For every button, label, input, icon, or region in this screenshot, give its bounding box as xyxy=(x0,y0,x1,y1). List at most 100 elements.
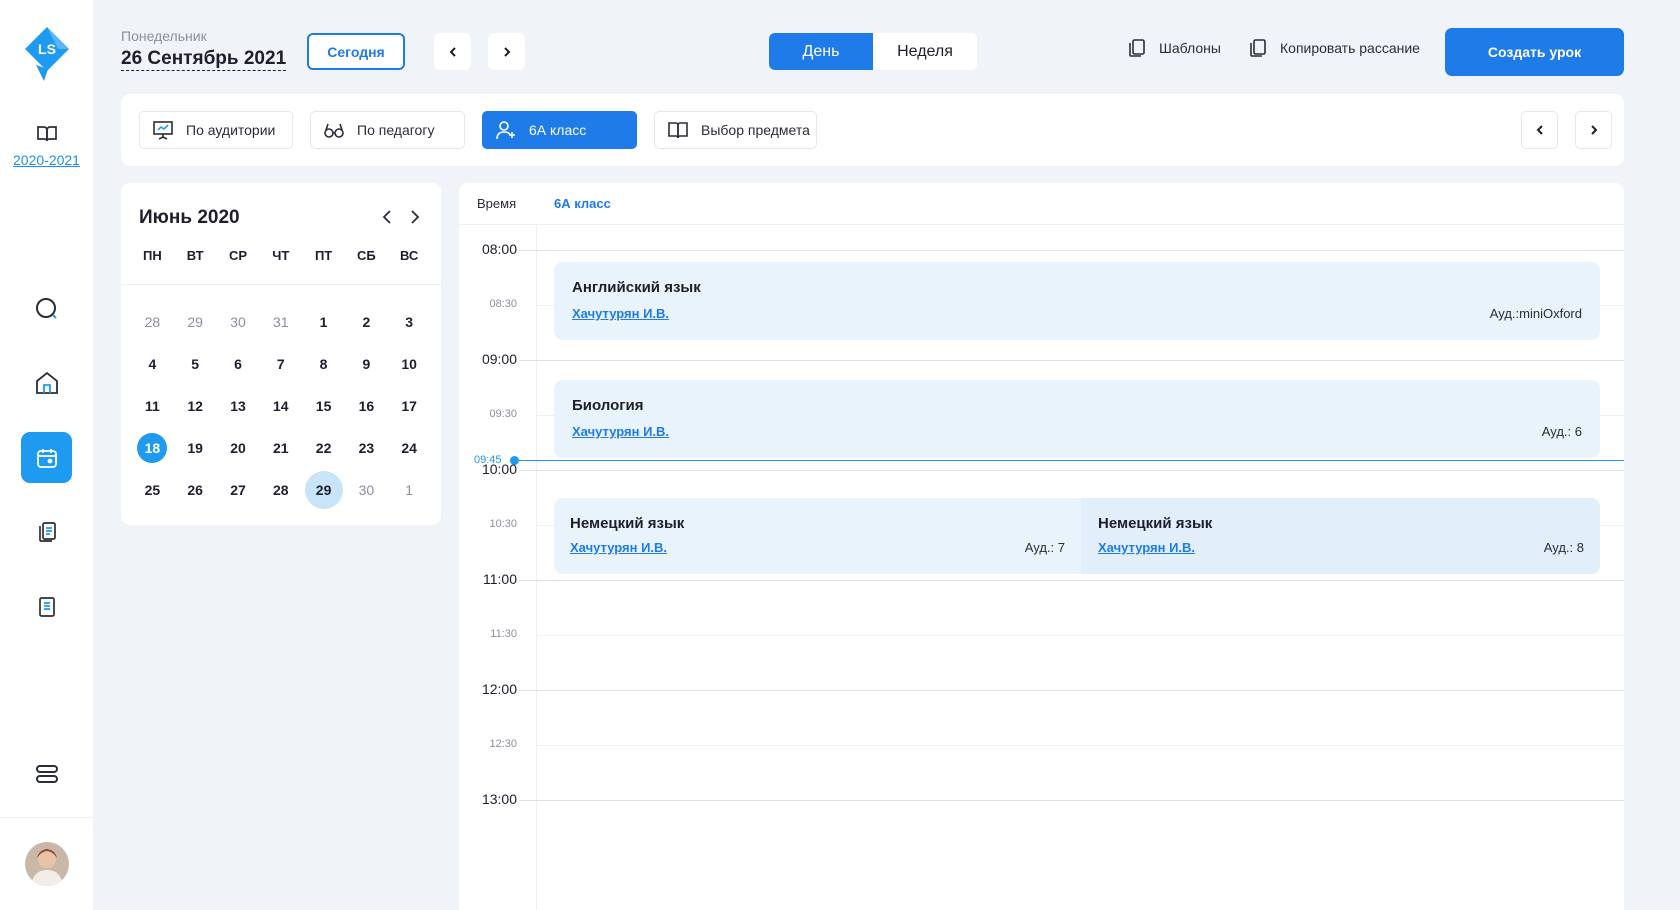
calendar-day[interactable]: 8 xyxy=(302,343,345,385)
calendar-day[interactable]: 24 xyxy=(388,427,431,469)
academic-year: 2020-2021 xyxy=(0,122,93,170)
prev-day-button[interactable] xyxy=(434,33,471,70)
calendar-day[interactable]: 9 xyxy=(345,343,388,385)
calendar-day[interactable]: 10 xyxy=(388,343,431,385)
nav-copy[interactable] xyxy=(21,506,72,557)
chevron-left-icon xyxy=(449,46,456,57)
nav-search[interactable] xyxy=(21,283,72,334)
weekday-label: ВТ xyxy=(186,248,204,263)
calendar-day[interactable]: 5 xyxy=(174,343,217,385)
nav-home[interactable] xyxy=(21,357,72,408)
calendar-day-number: 11 xyxy=(144,398,160,414)
calendar-next-month[interactable] xyxy=(405,207,425,227)
avatar[interactable] xyxy=(25,842,69,886)
lesson-card[interactable]: Немецкий язык Хачутурян И.В. Ауд.: 7 xyxy=(554,498,1081,574)
calendar-day[interactable]: 29 xyxy=(302,469,345,511)
calendar-day-number: 3 xyxy=(405,314,414,330)
lesson-teacher[interactable]: Хачутурян И.В. xyxy=(572,306,669,321)
calendar-prev-month[interactable] xyxy=(377,207,397,227)
today-button[interactable]: Сегодня xyxy=(307,33,405,70)
calendar-day[interactable]: 12 xyxy=(174,385,217,427)
weekday-label: СБ xyxy=(357,248,376,263)
templates-button[interactable]: Шаблоны xyxy=(1127,38,1221,58)
time-gridline xyxy=(536,745,1624,746)
calendar-day[interactable]: 30 xyxy=(345,469,388,511)
lesson-teacher[interactable]: Хачутурян И.В. xyxy=(572,424,669,439)
calendar-day[interactable]: 16 xyxy=(345,385,388,427)
calendar-day-number: 10 xyxy=(401,356,417,372)
calendar-day-number: 24 xyxy=(401,440,417,456)
calendar-day-number: 28 xyxy=(272,482,289,498)
calendar-day[interactable]: 1 xyxy=(302,301,345,343)
next-day-button[interactable] xyxy=(488,33,525,70)
filter-by-subject[interactable]: Выбор предмета xyxy=(654,111,817,149)
calendar-day-number: 30 xyxy=(230,314,246,330)
calendar-day[interactable]: 15 xyxy=(302,385,345,427)
copy-icon xyxy=(38,521,56,542)
filter-next-button[interactable] xyxy=(1575,111,1612,149)
view-day-tab[interactable]: День xyxy=(769,33,873,70)
calendar-day[interactable]: 23 xyxy=(345,427,388,469)
logo-icon[interactable]: LS xyxy=(22,25,72,83)
date-label[interactable]: 26 Сентябрь 2021 xyxy=(121,48,287,71)
time-label: 08:00 xyxy=(481,241,517,257)
filter-panel: По аудитории По педагогу 6А класс Выбор … xyxy=(121,94,1624,166)
nav-storage[interactable] xyxy=(21,748,72,799)
lesson-title: Немецкий язык xyxy=(570,515,685,532)
calendar-day[interactable]: 28 xyxy=(259,469,302,511)
calendar-day[interactable]: 25 xyxy=(131,469,174,511)
calendar-day[interactable]: 14 xyxy=(259,385,302,427)
class-column-header[interactable]: 6А класс xyxy=(554,196,611,211)
lesson-card[interactable]: Немецкий язык Хачутурян И.В. Ауд.: 8 xyxy=(1081,498,1600,574)
templates-label: Шаблоны xyxy=(1159,40,1221,56)
calendar-days: 28 29 30 31 1 2 3 4 5 6 7 8 9 10 11 12 13 14 15 16 17 18 19 20 2… xyxy=(131,301,431,511)
create-lesson-button[interactable]: Создать урок xyxy=(1445,28,1624,76)
filter-prev-button[interactable] xyxy=(1521,111,1558,149)
calendar-day[interactable]: 7 xyxy=(259,343,302,385)
schedule-header: Время 6А класс xyxy=(459,183,1624,225)
calendar-day[interactable]: 30 xyxy=(217,301,260,343)
book-icon xyxy=(36,126,57,142)
calendar-day[interactable]: 18 xyxy=(131,427,174,469)
document-icon xyxy=(38,596,55,617)
time-label: 10:30 xyxy=(489,518,517,530)
calendar-day[interactable]: 21 xyxy=(259,427,302,469)
calendar-day[interactable]: 29 xyxy=(174,301,217,343)
calendar-day[interactable]: 26 xyxy=(174,469,217,511)
copy-schedule-button[interactable]: Копировать рассание xyxy=(1248,38,1420,58)
lesson-teacher[interactable]: Хачутурян И.В. xyxy=(570,540,667,555)
filter-by-teacher[interactable]: По педагогу xyxy=(310,111,465,149)
calendar-day[interactable]: 20 xyxy=(217,427,260,469)
chevron-left-icon xyxy=(1536,125,1543,135)
calendar-day[interactable]: 4 xyxy=(131,343,174,385)
lesson-teacher[interactable]: Хачутурян И.В. xyxy=(1098,540,1195,555)
calendar-day[interactable]: 1 xyxy=(388,469,431,511)
calendar-day[interactable]: 28 xyxy=(131,301,174,343)
filter-by-class[interactable]: 6А класс xyxy=(482,111,637,149)
year-link[interactable]: 2020-2021 xyxy=(13,152,80,168)
filter-by-room[interactable]: По аудитории xyxy=(139,111,293,149)
add-user-icon xyxy=(496,121,515,140)
calendar-day[interactable]: 2 xyxy=(345,301,388,343)
calendar-day[interactable]: 19 xyxy=(174,427,217,469)
calendar-day[interactable]: 6 xyxy=(217,343,260,385)
calendar-day[interactable]: 11 xyxy=(131,385,174,427)
nav-document[interactable] xyxy=(21,581,72,632)
calendar-day[interactable]: 27 xyxy=(217,469,260,511)
nav-schedule[interactable] xyxy=(21,432,72,483)
view-week-tab[interactable]: Неделя xyxy=(873,33,977,70)
weekday-label: ВС xyxy=(400,248,419,263)
calendar-day[interactable]: 17 xyxy=(388,385,431,427)
lesson-card[interactable]: Биология Хачутурян И.В. Ауд.: 6 xyxy=(554,380,1600,458)
calendar-day[interactable]: 3 xyxy=(388,301,431,343)
storage-icon xyxy=(35,764,58,783)
calendar-day-number: 29 xyxy=(304,471,343,509)
search-icon xyxy=(35,297,57,319)
lesson-card[interactable]: Английский язык Хачутурян И.В. Ауд.:mini… xyxy=(554,262,1600,340)
calendar-day[interactable]: 13 xyxy=(217,385,260,427)
lesson-group: Немецкий язык Хачутурян И.В. Ауд.: 7 Нем… xyxy=(554,498,1600,574)
time-label: 12:00 xyxy=(481,681,517,697)
time-gridline xyxy=(519,800,1624,801)
calendar-day[interactable]: 31 xyxy=(259,301,302,343)
calendar-day[interactable]: 22 xyxy=(302,427,345,469)
